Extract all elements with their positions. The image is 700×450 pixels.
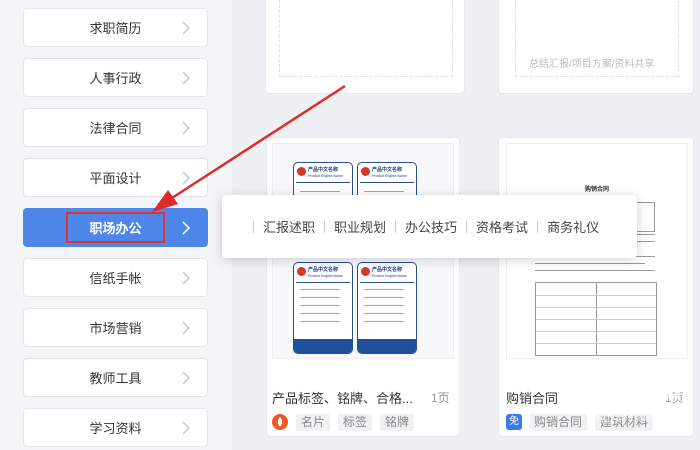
chevron-right-icon <box>182 170 191 185</box>
subcategory-popup: 汇报述职 职业规划 办公技巧 资格考试 商务礼仪 <box>222 195 637 258</box>
tag[interactable]: 铭牌 <box>380 414 415 431</box>
tag[interactable]: 标签 <box>338 414 373 431</box>
sidebar-item-legal-contract[interactable]: 法律合同 <box>23 108 208 147</box>
placeholder-caption: 总结汇报/项目方案/资料共享 <box>529 59 655 70</box>
divider <box>537 220 539 233</box>
page-count: 1页 <box>431 391 450 405</box>
sidebar-item-graphic-design[interactable]: 平面设计 <box>23 158 208 197</box>
chevron-right-icon <box>182 220 191 235</box>
divider <box>466 220 468 233</box>
brand-icon <box>272 414 288 430</box>
subcategory-certification[interactable]: 资格考试 <box>476 217 528 236</box>
sidebar-item-label: 信纸手帐 <box>89 271 142 286</box>
template-card-top-left[interactable] <box>265 0 465 94</box>
sidebar-item-study-materials[interactable]: 学习资料 <box>23 408 208 447</box>
free-badge: 免 <box>506 414 522 430</box>
template-card-top-right[interactable]: 总结汇报/项目方案/资料共享 <box>498 0 694 94</box>
sidebar-item-label: 职场办公 <box>66 212 165 243</box>
watermark-subtitle: jingyan.baidu.com <box>592 412 681 424</box>
tag[interactable]: 购销合同 <box>529 414 588 431</box>
chevron-right-icon <box>182 120 191 135</box>
thumbnail-placeholder <box>279 0 453 77</box>
chevron-right-icon <box>182 370 191 385</box>
card-title[interactable]: 产品标签、铭牌、合格... <box>272 388 413 407</box>
chevron-right-icon <box>182 270 191 285</box>
sidebar-item-teacher-tools[interactable]: 教师工具 <box>23 358 208 397</box>
sidebar-item-stationery[interactable]: 信纸手帐 <box>23 258 208 297</box>
card-title[interactable]: 购销合同 <box>506 388 558 407</box>
divider <box>253 220 254 233</box>
template-card-purchase-contract[interactable]: 购销合同 购销合同 1页 免 购销合同 建筑材料 Bai du jingyan.… <box>498 137 694 437</box>
sidebar-item-resume[interactable]: 求职简历 <box>23 8 208 47</box>
sidebar-item-workplace-office[interactable]: 职场办公 <box>23 208 208 247</box>
sidebar-item-label: 教师工具 <box>89 371 142 386</box>
subcategory-business-etiquette[interactable]: 商务礼仪 <box>547 217 599 236</box>
divider <box>324 220 326 233</box>
sidebar-item-label: 人事行政 <box>89 71 142 86</box>
baidu-watermark: Bai du <box>584 376 683 406</box>
subcategory-office-skills[interactable]: 办公技巧 <box>405 217 457 236</box>
sidebar-item-label: 法律合同 <box>89 121 142 136</box>
sidebar-item-label: 求职简历 <box>89 21 142 36</box>
label-tile: 产品中文名称 Product English Name <box>357 262 417 354</box>
sidebar-item-label: 学习资料 <box>89 421 142 436</box>
subcategory-career-planning[interactable]: 职业规划 <box>334 217 386 236</box>
chevron-right-icon <box>182 70 191 85</box>
chevron-right-icon <box>182 420 191 435</box>
sidebar-item-label: 平面设计 <box>89 171 142 186</box>
chevron-right-icon <box>182 320 191 335</box>
chevron-right-icon <box>182 20 191 35</box>
sidebar-item-marketing[interactable]: 市场营销 <box>23 308 208 347</box>
tag[interactable]: 名片 <box>296 414 331 431</box>
label-tile: 产品中文名称 Product English Name <box>293 262 353 354</box>
category-sidebar: 求职简历 人事行政 法律合同 平面设计 职场办公 信纸手帐 市场营销 教师工具 … <box>0 0 232 450</box>
template-card-product-labels[interactable]: 产品中文名称 Product English Name 产品中文名称 Produ… <box>266 137 460 437</box>
sidebar-item-label: 市场营销 <box>89 321 142 336</box>
divider <box>395 220 397 233</box>
subcategory-report[interactable]: 汇报述职 <box>263 217 315 236</box>
sidebar-item-hr-admin[interactable]: 人事行政 <box>23 58 208 97</box>
